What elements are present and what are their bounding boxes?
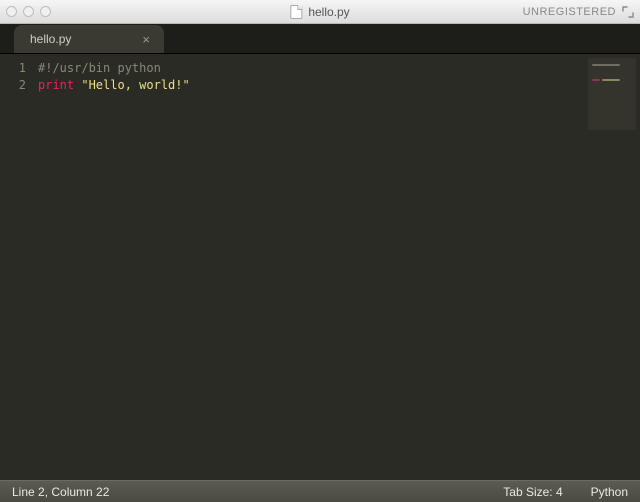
window-title: hello.py bbox=[290, 5, 349, 19]
file-icon bbox=[290, 5, 302, 19]
line-number[interactable]: 1 bbox=[0, 60, 26, 77]
code-token-comment: #!/usr/bin python bbox=[38, 61, 161, 75]
minimap[interactable] bbox=[588, 58, 636, 130]
tab-hello[interactable]: hello.py × bbox=[14, 25, 164, 53]
cursor-position[interactable]: Line 2, Column 22 bbox=[12, 485, 109, 499]
line-number[interactable]: 2 bbox=[0, 77, 26, 94]
window-title-text: hello.py bbox=[308, 5, 349, 19]
zoom-icon[interactable] bbox=[40, 6, 51, 17]
status-bar: Line 2, Column 22 Tab Size: 4 Python bbox=[0, 480, 640, 502]
close-icon[interactable] bbox=[6, 6, 17, 17]
code-area[interactable]: #!/usr/bin python print "Hello, world!" bbox=[34, 54, 640, 480]
close-icon[interactable]: × bbox=[142, 33, 150, 46]
editor-window: hello.py UNREGISTERED hello.py × 1 2 #!/… bbox=[0, 0, 640, 502]
traffic-lights bbox=[6, 6, 51, 17]
editor[interactable]: 1 2 #!/usr/bin python print "Hello, worl… bbox=[0, 54, 640, 480]
code-token-string: "Hello, world!" bbox=[81, 78, 189, 92]
fullscreen-icon[interactable] bbox=[622, 6, 634, 18]
code-line[interactable]: print "Hello, world!" bbox=[38, 77, 640, 94]
tab-label: hello.py bbox=[30, 32, 71, 46]
language-button[interactable]: Python bbox=[591, 485, 628, 499]
minimize-icon[interactable] bbox=[23, 6, 34, 17]
code-line[interactable]: #!/usr/bin python bbox=[38, 60, 640, 77]
line-gutter: 1 2 bbox=[0, 54, 34, 480]
tab-bar[interactable]: hello.py × bbox=[0, 24, 640, 54]
tab-size-button[interactable]: Tab Size: 4 bbox=[503, 485, 562, 499]
registration-label: UNREGISTERED bbox=[523, 6, 616, 18]
minimap-line bbox=[592, 64, 620, 66]
minimap-line bbox=[592, 68, 632, 86]
titlebar[interactable]: hello.py UNREGISTERED bbox=[0, 0, 640, 24]
code-token-keyword: print bbox=[38, 78, 74, 92]
titlebar-right: UNREGISTERED bbox=[523, 6, 634, 18]
